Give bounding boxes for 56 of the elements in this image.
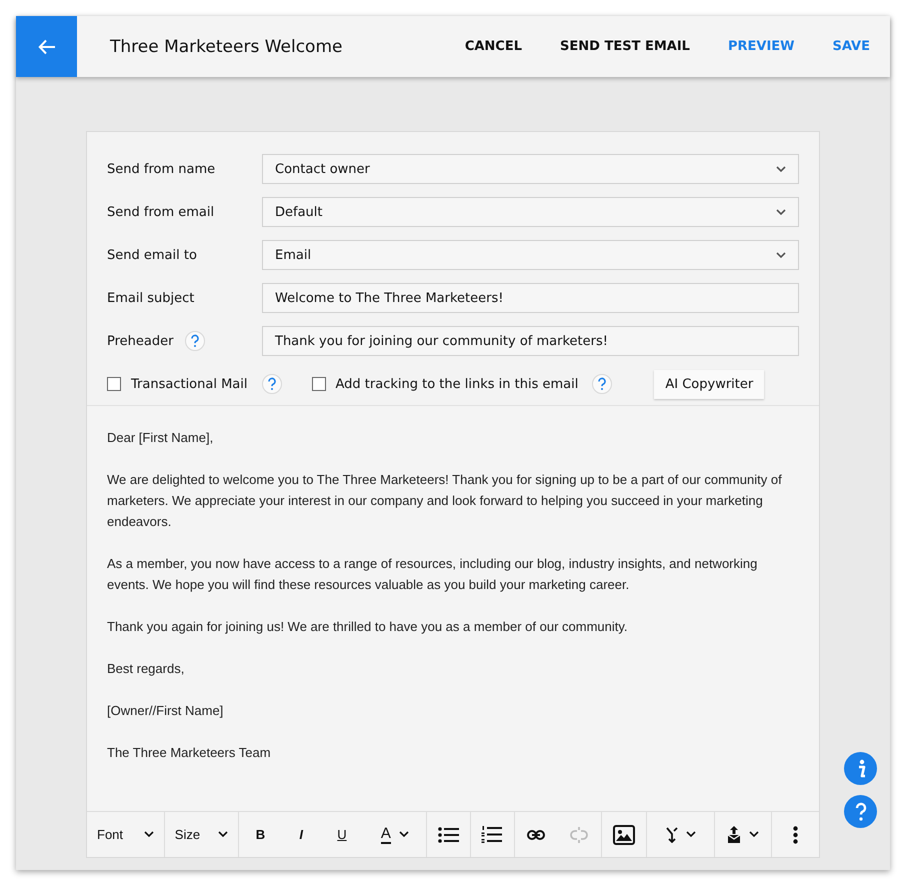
help-icon[interactable] [262, 374, 282, 394]
help-icon[interactable] [592, 374, 612, 394]
input-field[interactable]: Welcome to The Three Marketeers! [262, 283, 799, 313]
field-label: Send from email [107, 204, 214, 220]
caret-icon [218, 831, 228, 838]
email-paragraph: As a member, you now have access to a range of resources, including our blog, industry insights, and networking events. We hope you will find these resources valuable as you build your marketing career. [107, 555, 758, 594]
header-action[interactable]: SEND TEST EMAIL [560, 35, 690, 58]
bullet-list-icon [438, 826, 460, 842]
page-title: Three Marketeers Welcome [110, 36, 344, 56]
ai-copywriter-button[interactable]: AI Copywriter [654, 370, 764, 398]
info-button[interactable] [844, 752, 877, 785]
help-icon[interactable] [185, 331, 206, 351]
toolbar-dropdown[interactable]: Font [87, 823, 164, 846]
select-field[interactable]: Email [262, 240, 799, 270]
unlink-icon [570, 826, 588, 842]
bold-button[interactable]: B [250, 823, 272, 846]
email-paragraph: Best regards, [107, 660, 186, 678]
back-arrow-icon [38, 38, 56, 54]
text-color-button[interactable]: A [374, 822, 415, 848]
help-button[interactable] [844, 795, 877, 828]
select-field[interactable]: Contact owner [262, 154, 799, 184]
email-paragraph: Dear [First Name], [107, 429, 214, 447]
caret-icon [776, 166, 786, 172]
caret-icon [144, 831, 154, 838]
merge-arrow-icon [666, 826, 678, 842]
caret-icon [749, 831, 760, 838]
field-label: Preheader [107, 334, 174, 348]
field-label: Send email to [107, 248, 197, 262]
question-mark-icon [854, 802, 868, 822]
field-label: Email subject [107, 290, 194, 306]
underline-button[interactable]: U [331, 823, 353, 846]
toolbar-dropdown[interactable]: Size [164, 823, 238, 846]
email-paragraph: Thank you again for joining us! We are thrilled to have you as a member of our community. [107, 618, 629, 636]
insert-tray-icon [727, 826, 742, 844]
checkbox[interactable] [312, 377, 326, 391]
caret-icon [776, 252, 786, 258]
caret-icon [686, 831, 696, 838]
numbered-list-icon [481, 826, 504, 843]
link-icon [527, 828, 546, 840]
field-label: Send from name [107, 162, 216, 176]
input-field[interactable]: Thank you for joining our community of marketers! [262, 326, 799, 356]
select-field[interactable]: Default [262, 197, 799, 227]
checkbox[interactable] [107, 377, 121, 391]
email-paragraph: The Three Marketeers Team [107, 744, 272, 762]
caret-icon [776, 208, 786, 216]
header-action[interactable]: CANCEL [464, 35, 522, 58]
more-icon [793, 826, 798, 844]
caret-icon [398, 831, 409, 838]
checkbox-label: Add tracking to the links in this email [336, 376, 578, 392]
header-action[interactable]: PREVIEW [728, 35, 795, 58]
checkbox-label: Transactional Mail [131, 376, 248, 392]
header-action[interactable]: SAVE [832, 35, 870, 58]
email-paragraph: [Owner//First Name] [107, 702, 224, 720]
image-icon [613, 824, 636, 844]
email-paragraph: We are delighted to welcome you to The Three Marketeers! Thank you for signing up to be a part of our community of marketers. We appreciate your interest in our company and look forward to helping you succeed in your marketing endeavors. [107, 471, 783, 531]
italic-button[interactable]: I [293, 823, 309, 846]
